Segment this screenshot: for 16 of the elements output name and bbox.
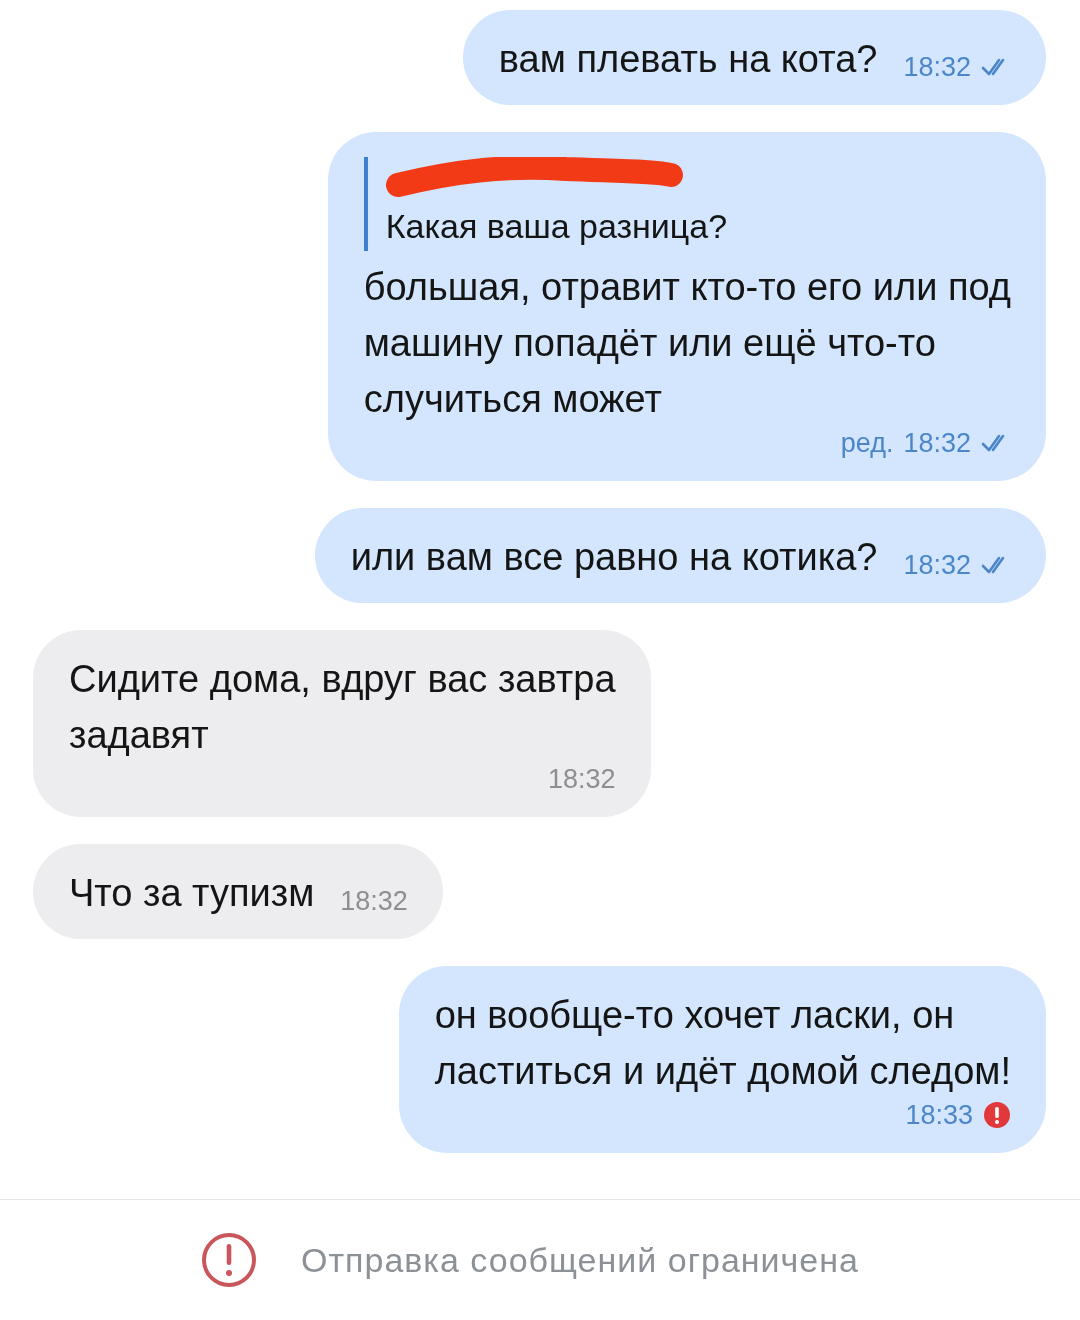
message-text: или вам все равно на котика?	[350, 535, 878, 580]
warning-icon	[201, 1232, 258, 1288]
message-text: Что за тупизм	[69, 871, 315, 916]
message-time: 18:32	[340, 885, 408, 918]
message-time: 18:32	[547, 763, 616, 796]
message-time: 18:32	[903, 427, 971, 460]
message-text: вам плевать на кота?	[498, 37, 878, 82]
edited-label: ред.	[840, 427, 894, 460]
message-text: он вообще-то хочет ласки, он ластиться и идёт домой следом!	[434, 993, 1011, 1094]
message-time: 18:33	[905, 1099, 973, 1132]
message-time: 18:32	[903, 51, 971, 84]
message-text: большая, отравит кто-то его или под машину попадёт или ещё что-то случиться может	[363, 265, 1011, 422]
quoted-text: Какая ваша разница?	[385, 206, 729, 247]
message-text: Сидите дома, вдруг вас завтра задавят	[69, 657, 616, 758]
message-time: 18:32	[903, 549, 971, 582]
restriction-notice: Отправка сообщений ограничена	[301, 1240, 859, 1280]
